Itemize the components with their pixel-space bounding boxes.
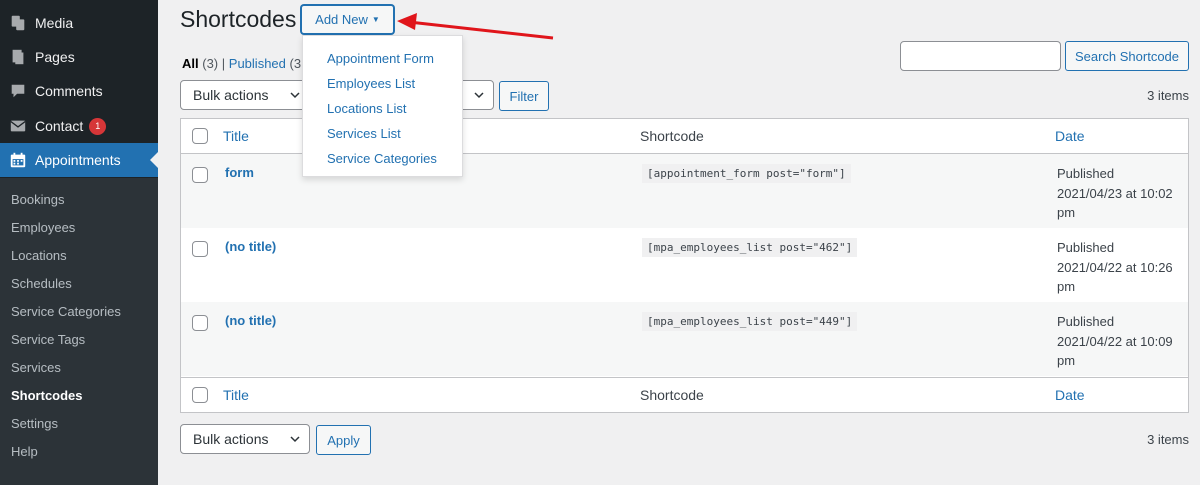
- chevron-down-icon: [474, 92, 484, 99]
- row-checkbox[interactable]: [192, 315, 208, 331]
- menu-item-appointments[interactable]: Appointments: [0, 143, 158, 177]
- add-new-dropdown-menu: Appointment Form Employees List Location…: [302, 35, 463, 177]
- items-count-top: 3 items: [1147, 88, 1189, 103]
- column-shortcode-header: Shortcode: [640, 128, 704, 144]
- menu-label: Pages: [35, 49, 75, 65]
- items-count-bottom: 3 items: [1147, 432, 1189, 447]
- column-date-header[interactable]: Date: [1055, 128, 1085, 144]
- pages-icon: [0, 48, 35, 66]
- dropdown-item-appointment-form[interactable]: Appointment Form: [303, 46, 462, 71]
- mail-icon: [0, 117, 35, 135]
- date-tail: pm: [1057, 205, 1076, 220]
- column-date-footer[interactable]: Date: [1055, 387, 1085, 403]
- search-input[interactable]: [900, 41, 1061, 71]
- submenu-item-help[interactable]: Help: [0, 438, 158, 466]
- dropdown-item-employees-list[interactable]: Employees List: [303, 71, 462, 96]
- table-row: (no title) [mpa_employees_list post="449…: [181, 302, 1188, 376]
- comments-icon: [0, 82, 35, 100]
- date-cell: Published 2021/04/22 at 10:26 pm: [1057, 238, 1187, 297]
- submenu-item-locations[interactable]: Locations: [0, 242, 158, 270]
- search-shortcode-button[interactable]: Search Shortcode: [1065, 41, 1189, 71]
- table-footer: Title Shortcode Date: [181, 377, 1188, 412]
- date-tail: pm: [1057, 353, 1076, 368]
- bulk-actions-value: Bulk actions: [193, 87, 269, 103]
- date-status: Published: [1057, 240, 1115, 255]
- bulk-actions-select-bottom[interactable]: Bulk actions: [180, 424, 310, 454]
- bulk-actions-value: Bulk actions: [193, 431, 269, 447]
- date-value: 2021/04/23 at 10:02: [1057, 185, 1173, 201]
- filter-all[interactable]: All: [182, 56, 199, 71]
- submenu-item-service-categories[interactable]: Service Categories: [0, 298, 158, 326]
- submenu-item-schedules[interactable]: Schedules: [0, 270, 158, 298]
- date-value: 2021/04/22 at 10:09: [1057, 333, 1173, 349]
- menu-label: Appointments: [35, 152, 121, 168]
- menu-label: Contact: [35, 118, 84, 134]
- menu-item-pages[interactable]: Pages: [0, 40, 158, 74]
- date-cell: Published 2021/04/22 at 10:09 pm: [1057, 312, 1187, 371]
- date-tail: pm: [1057, 279, 1076, 294]
- shortcode-code: [mpa_employees_list post="462"]: [642, 238, 858, 257]
- submenu-item-settings[interactable]: Settings: [0, 410, 158, 438]
- date-status: Published: [1057, 314, 1115, 329]
- filter-button[interactable]: Filter: [499, 81, 549, 111]
- appointments-submenu: Bookings Employees Locations Schedules S…: [0, 178, 158, 485]
- submenu-item-shortcodes[interactable]: Shortcodes: [0, 382, 158, 410]
- menu-label: Media: [35, 15, 74, 31]
- column-title-footer[interactable]: Title: [223, 387, 249, 403]
- filter-published-count: (3: [289, 56, 302, 71]
- row-title-link[interactable]: form: [225, 165, 254, 180]
- row-title-link[interactable]: (no title): [225, 313, 276, 328]
- dropdown-item-service-categories[interactable]: Service Categories: [303, 146, 462, 171]
- calendar-icon: [0, 151, 35, 169]
- select-all-checkbox-footer[interactable]: [192, 387, 208, 403]
- menu-item-contact[interactable]: Contact 1: [0, 109, 158, 143]
- column-shortcode-footer: Shortcode: [640, 387, 704, 403]
- main-content: Shortcodes Add New ▼ Appointment Form Em…: [158, 0, 1200, 485]
- chevron-down-icon: [290, 436, 300, 443]
- menu-label: Comments: [35, 83, 103, 99]
- menu-item-comments[interactable]: Comments: [0, 74, 158, 108]
- add-new-button[interactable]: Add New ▼: [301, 5, 394, 34]
- shortcode-code: [mpa_employees_list post="449"]: [642, 312, 858, 331]
- table-row: (no title) [mpa_employees_list post="462…: [181, 228, 1188, 302]
- date-cell: Published 2021/04/23 at 10:02 pm: [1057, 164, 1187, 223]
- select-all-checkbox[interactable]: [192, 128, 208, 144]
- submenu-item-services[interactable]: Services: [0, 354, 158, 382]
- submenu-item-service-tags[interactable]: Service Tags: [0, 326, 158, 354]
- media-icon: [0, 14, 35, 32]
- caret-down-icon: ▼: [371, 15, 380, 24]
- bulk-actions-select-top[interactable]: Bulk actions: [180, 80, 310, 110]
- row-checkbox[interactable]: [192, 241, 208, 257]
- dropdown-item-locations-list[interactable]: Locations List: [303, 96, 462, 121]
- filter-published[interactable]: Published: [229, 56, 286, 71]
- status-filters: All (3) | Published (3: [182, 56, 301, 71]
- add-new-label: Add New: [315, 12, 368, 27]
- apply-button[interactable]: Apply: [316, 425, 371, 455]
- dropdown-item-services-list[interactable]: Services List: [303, 121, 462, 146]
- filter-separator: |: [221, 56, 226, 71]
- menu-item-media[interactable]: Media: [0, 6, 158, 40]
- date-status: Published: [1057, 166, 1115, 181]
- row-title-link[interactable]: (no title): [225, 239, 276, 254]
- row-checkbox[interactable]: [192, 167, 208, 183]
- notification-badge: 1: [89, 117, 107, 135]
- date-value: 2021/04/22 at 10:26: [1057, 259, 1173, 275]
- annotation-arrow-icon: [397, 13, 554, 40]
- filter-all-count: (3): [202, 56, 219, 71]
- admin-sidebar: Media Pages Comments Contact 1 Appointme…: [0, 0, 158, 485]
- submenu-item-bookings[interactable]: Bookings: [0, 186, 158, 214]
- page-title: Shortcodes: [180, 6, 297, 32]
- shortcode-code: [appointment_form post="form"]: [642, 164, 851, 183]
- submenu-item-employees[interactable]: Employees: [0, 214, 158, 242]
- column-title-header[interactable]: Title: [223, 128, 249, 144]
- chevron-down-icon: [290, 92, 300, 99]
